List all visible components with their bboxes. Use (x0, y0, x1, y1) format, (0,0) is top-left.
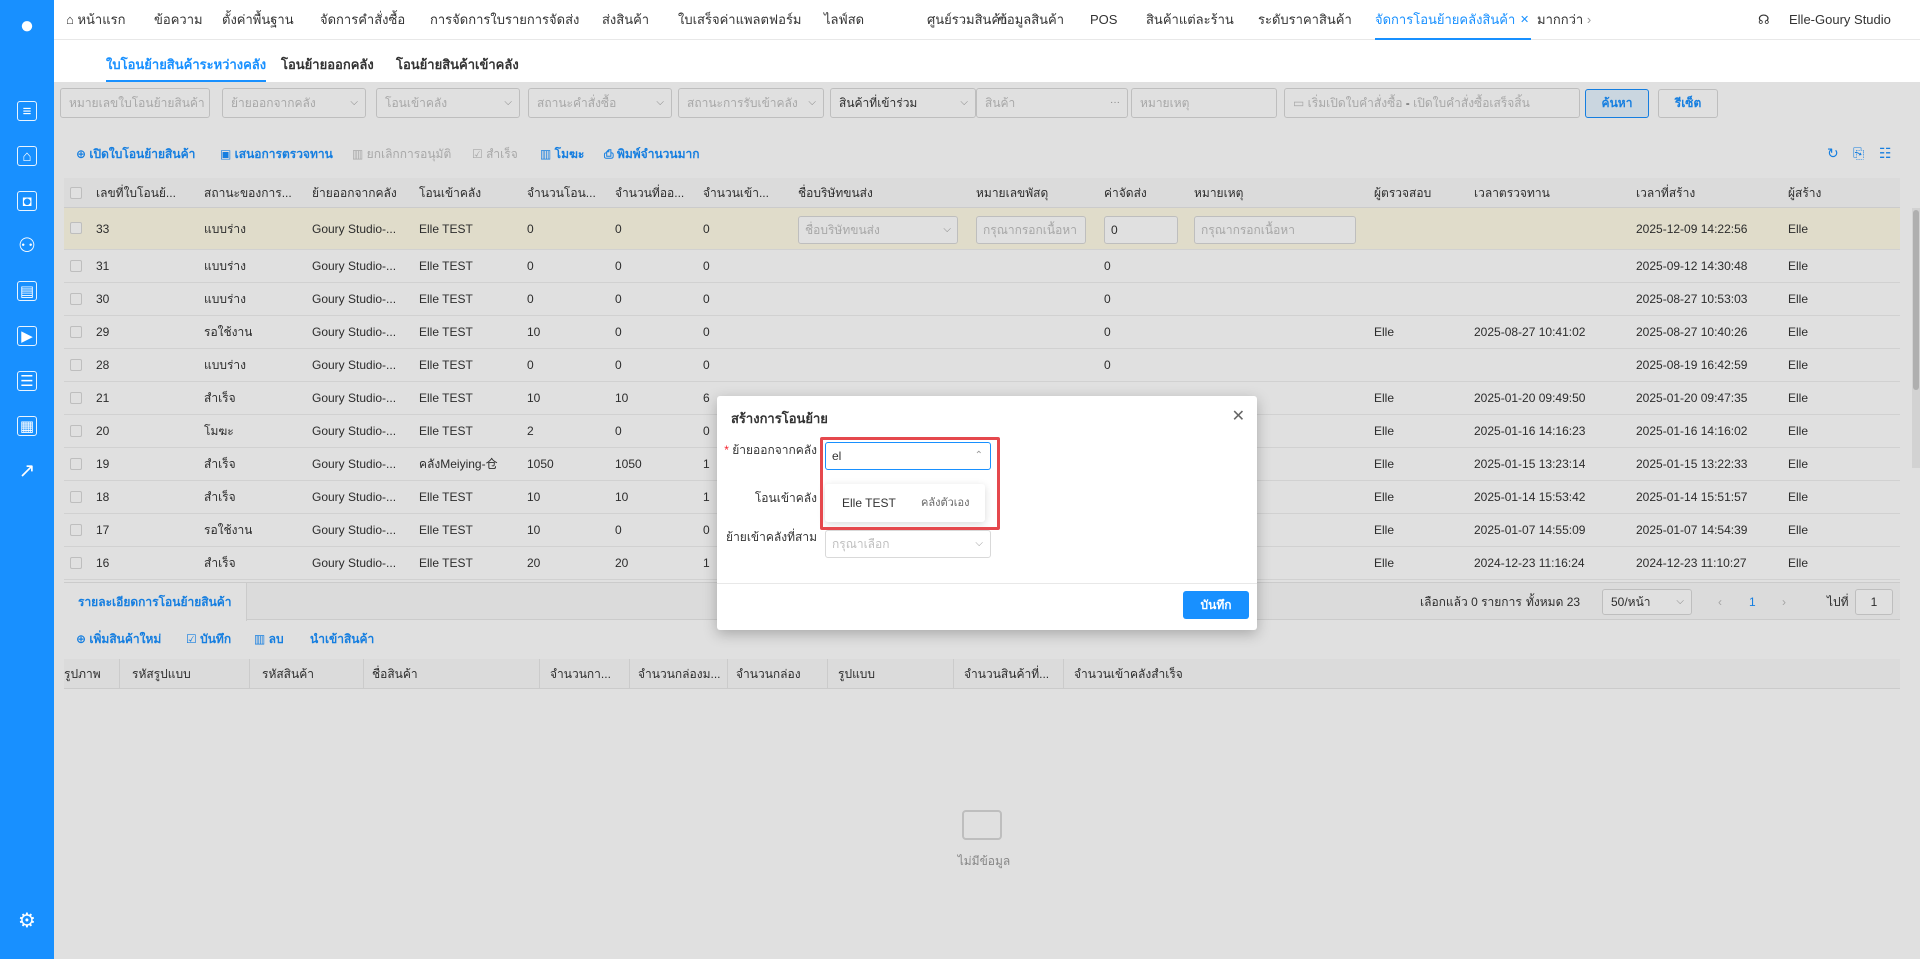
logo-icon[interactable]: ● (13, 12, 41, 40)
third-warehouse-select[interactable]: กรุณาเลือก ⌵ (825, 530, 991, 558)
more-label: มากกว่า (1537, 12, 1584, 27)
tab-basic-settings[interactable]: ตั้งค่าพื้นฐาน (222, 0, 294, 40)
from-warehouse-label: * ย้ายออกจากคลัง (724, 443, 817, 457)
sidebar: ● ≡ ⌂ ◘ ⚇ ▤ ▶ ☰ ▦ ↗ ⚙ (0, 0, 54, 959)
tab-orders[interactable]: จัดการคำสั่งซื้อ (320, 0, 405, 40)
third-warehouse-placeholder: กรุณาเลือก (832, 537, 890, 551)
tab-messages[interactable]: ข้อความ (154, 0, 203, 40)
chart-icon[interactable]: ↗ (17, 461, 37, 481)
modal-title: สร้างการโอนย้าย (731, 411, 828, 426)
document-icon[interactable]: ≡ (17, 101, 37, 121)
highlight-box (820, 437, 1000, 530)
tab-shipping-lists[interactable]: การจัดการใบรายการจัดส่ง (430, 0, 579, 40)
from-label-text: ย้ายออกจากคลัง (732, 443, 817, 457)
sub-tabs: ใบโอนย้ายสินค้าระหว่างคลัง โอนย้ายออกคลั… (54, 40, 1920, 82)
user-icon[interactable]: ⚇ (17, 236, 37, 256)
subtab-transfer-out[interactable]: โอนย้ายออกคลัง (281, 54, 374, 82)
third-warehouse-label: ย้ายเข้าคลังที่สาม (726, 530, 817, 544)
home-icon: ⌂ (66, 12, 78, 27)
tab-pos[interactable]: POS (1090, 0, 1117, 40)
home-icon[interactable]: ⌂ (17, 146, 37, 166)
tab-more[interactable]: มากกว่า › (1537, 0, 1591, 40)
tab-live[interactable]: ไลฟ์สด (824, 0, 864, 40)
chevron-right-icon: › (1583, 12, 1592, 27)
tab-product-center[interactable]: ศูนย์รวมสินค้า (927, 0, 1007, 40)
tab-platform-receipts[interactable]: ใบเสร็จค่าแพลตฟอร์ม (678, 0, 802, 40)
close-icon[interactable]: ✕ (1520, 0, 1529, 40)
modal-divider (717, 583, 1257, 584)
bag-icon[interactable]: ◘ (17, 191, 37, 211)
subtab-transfer-in[interactable]: โอนย้ายสินค้าเข้าคลัง (396, 54, 519, 82)
tab-price-levels[interactable]: ระดับราคาสินค้า (1258, 0, 1352, 40)
video-icon[interactable]: ▶ (17, 326, 37, 346)
subtab-between-warehouses[interactable]: ใบโอนย้ายสินค้าระหว่างคลัง (106, 54, 267, 82)
tab-product-info[interactable]: ข้อมูลสินค้า (998, 0, 1064, 40)
tab-ship-goods[interactable]: ส่งสินค้า (602, 0, 649, 40)
close-icon[interactable]: ✕ (1232, 406, 1245, 426)
gear-icon[interactable]: ⚙ (17, 911, 37, 931)
save-button[interactable]: บันทึก (1183, 591, 1249, 619)
tab-warehouse-transfer[interactable]: จัดการโอนย้ายคลังสินค้า ✕ (1375, 0, 1532, 40)
tab-home-label: หน้าแรก (77, 12, 126, 27)
top-nav: ⌂ หน้าแรก ข้อความ ตั้งค่าพื้นฐาน จัดการค… (54, 0, 1920, 40)
user-name[interactable]: Elle-Goury Studio (1789, 0, 1891, 40)
shop-icon[interactable]: ▦ (17, 416, 37, 436)
chevron-down-icon: ⌵ (975, 538, 983, 549)
tab-shop-products[interactable]: สินค้าแต่ละร้าน (1146, 0, 1234, 40)
list-icon[interactable]: ☰ (17, 371, 37, 391)
headset-icon[interactable]: ☊ (1758, 0, 1770, 40)
tab-home[interactable]: ⌂ หน้าแรก (66, 0, 125, 40)
store-icon[interactable]: ▤ (17, 281, 37, 301)
active-tab-label: จัดการโอนย้ายคลังสินค้า (1375, 12, 1516, 27)
to-warehouse-label: โอนเข้าคลัง (754, 491, 817, 505)
